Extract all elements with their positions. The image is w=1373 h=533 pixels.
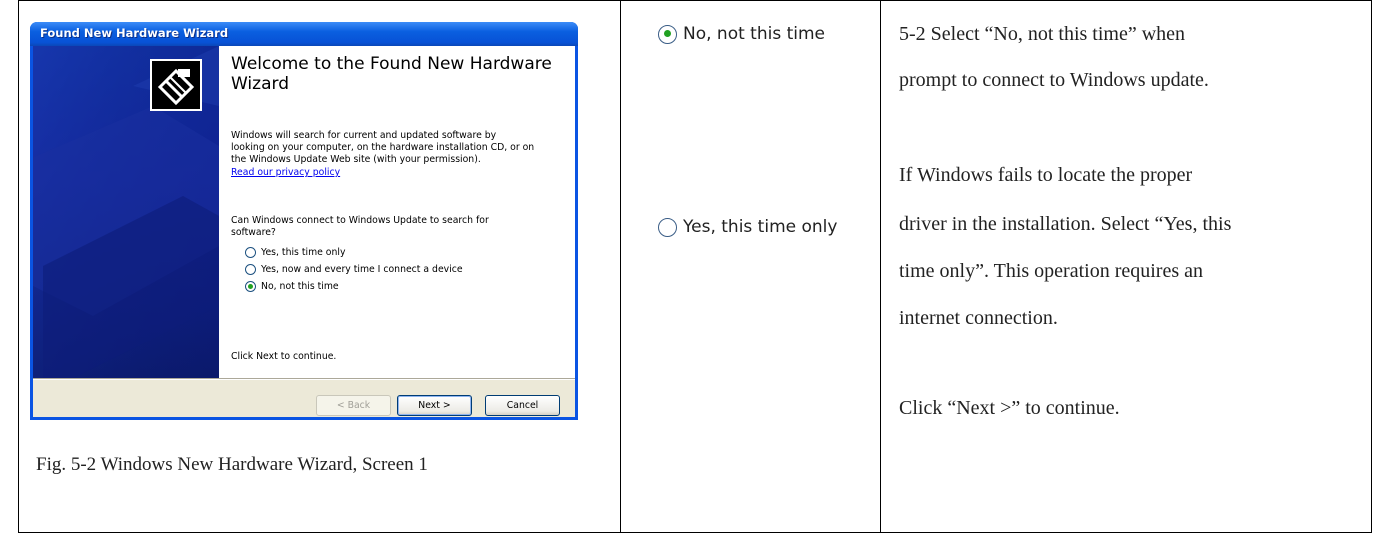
privacy-policy-link[interactable]: Read our privacy policy [231,167,340,178]
intro-line-3: the Windows Update Web site (with your p… [231,154,481,165]
table-left-border [18,0,19,533]
wizard-heading: Welcome to the Found New Hardware Wizard [231,54,552,94]
side-panel [33,46,219,378]
table-column-divider-2 [880,0,881,533]
option-label: Yes, now and every time I connect a devi… [261,264,463,275]
option-yes-this-time[interactable]: Yes, this time only [245,247,345,258]
instruction-line-5: time only”. This operation requires an [899,260,1203,282]
enlarged-radio-no[interactable]: No, not this time [658,24,825,44]
question-line-2: software? [231,227,276,238]
table-top-border [18,0,1372,1]
instruction-line-4: driver in the installation. Select “Yes,… [899,213,1232,235]
radio-button-selected[interactable] [245,281,256,292]
wizard-content: Welcome to the Found New Hardware Wizard… [219,46,575,378]
title-bar: Found New Hardware Wizard [30,22,578,46]
wizard-window: Found New Hardware Wizard Welcome to the… [30,22,578,420]
back-button[interactable]: < Back [316,395,391,416]
hardware-icon [150,59,202,111]
enlarged-radio-label: Yes, this time only [683,217,838,237]
instruction-line-6: internet connection. [899,307,1058,329]
option-no-not-this-time[interactable]: No, not this time [245,281,339,292]
radio-unselected-icon [658,217,677,237]
instruction-line-3: If Windows fails to locate the proper [899,164,1193,186]
next-button[interactable]: Next > [397,395,472,416]
question-line-1: Can Windows connect to Windows Update to… [231,215,489,226]
radio-button[interactable] [245,264,256,275]
enlarged-radio-label: No, not this time [683,24,826,44]
intro-line-1: Windows will search for current and upda… [231,130,497,141]
figure-caption: Fig. 5-2 Windows New Hardware Wizard, Sc… [36,454,428,475]
instruction-line-7: Click “Next >” to continue. [899,397,1120,419]
intro-line-2: looking on your computer, on the hardwar… [231,142,535,153]
table-right-border [1371,0,1372,533]
radio-selected-icon [658,24,677,44]
footer-text: Click Next to continue. [231,351,337,362]
option-yes-every-time[interactable]: Yes, now and every time I connect a devi… [245,264,463,275]
option-label: Yes, this time only [261,247,346,258]
table-column-divider-1 [620,0,621,533]
wizard-body: Welcome to the Found New Hardware Wizard… [33,46,575,417]
instruction-line-2: prompt to connect to Windows update. [899,69,1209,91]
cancel-button[interactable]: Cancel [485,395,560,416]
footer-separator-highlight [33,379,575,380]
window-title: Found New Hardware Wizard [40,26,229,40]
enlarged-radio-yes[interactable]: Yes, this time only [658,217,837,237]
radio-button[interactable] [245,247,256,258]
option-label: No, not this time [261,281,339,292]
instruction-line-1: 5-2 Select “No, not this time” when [899,23,1186,45]
